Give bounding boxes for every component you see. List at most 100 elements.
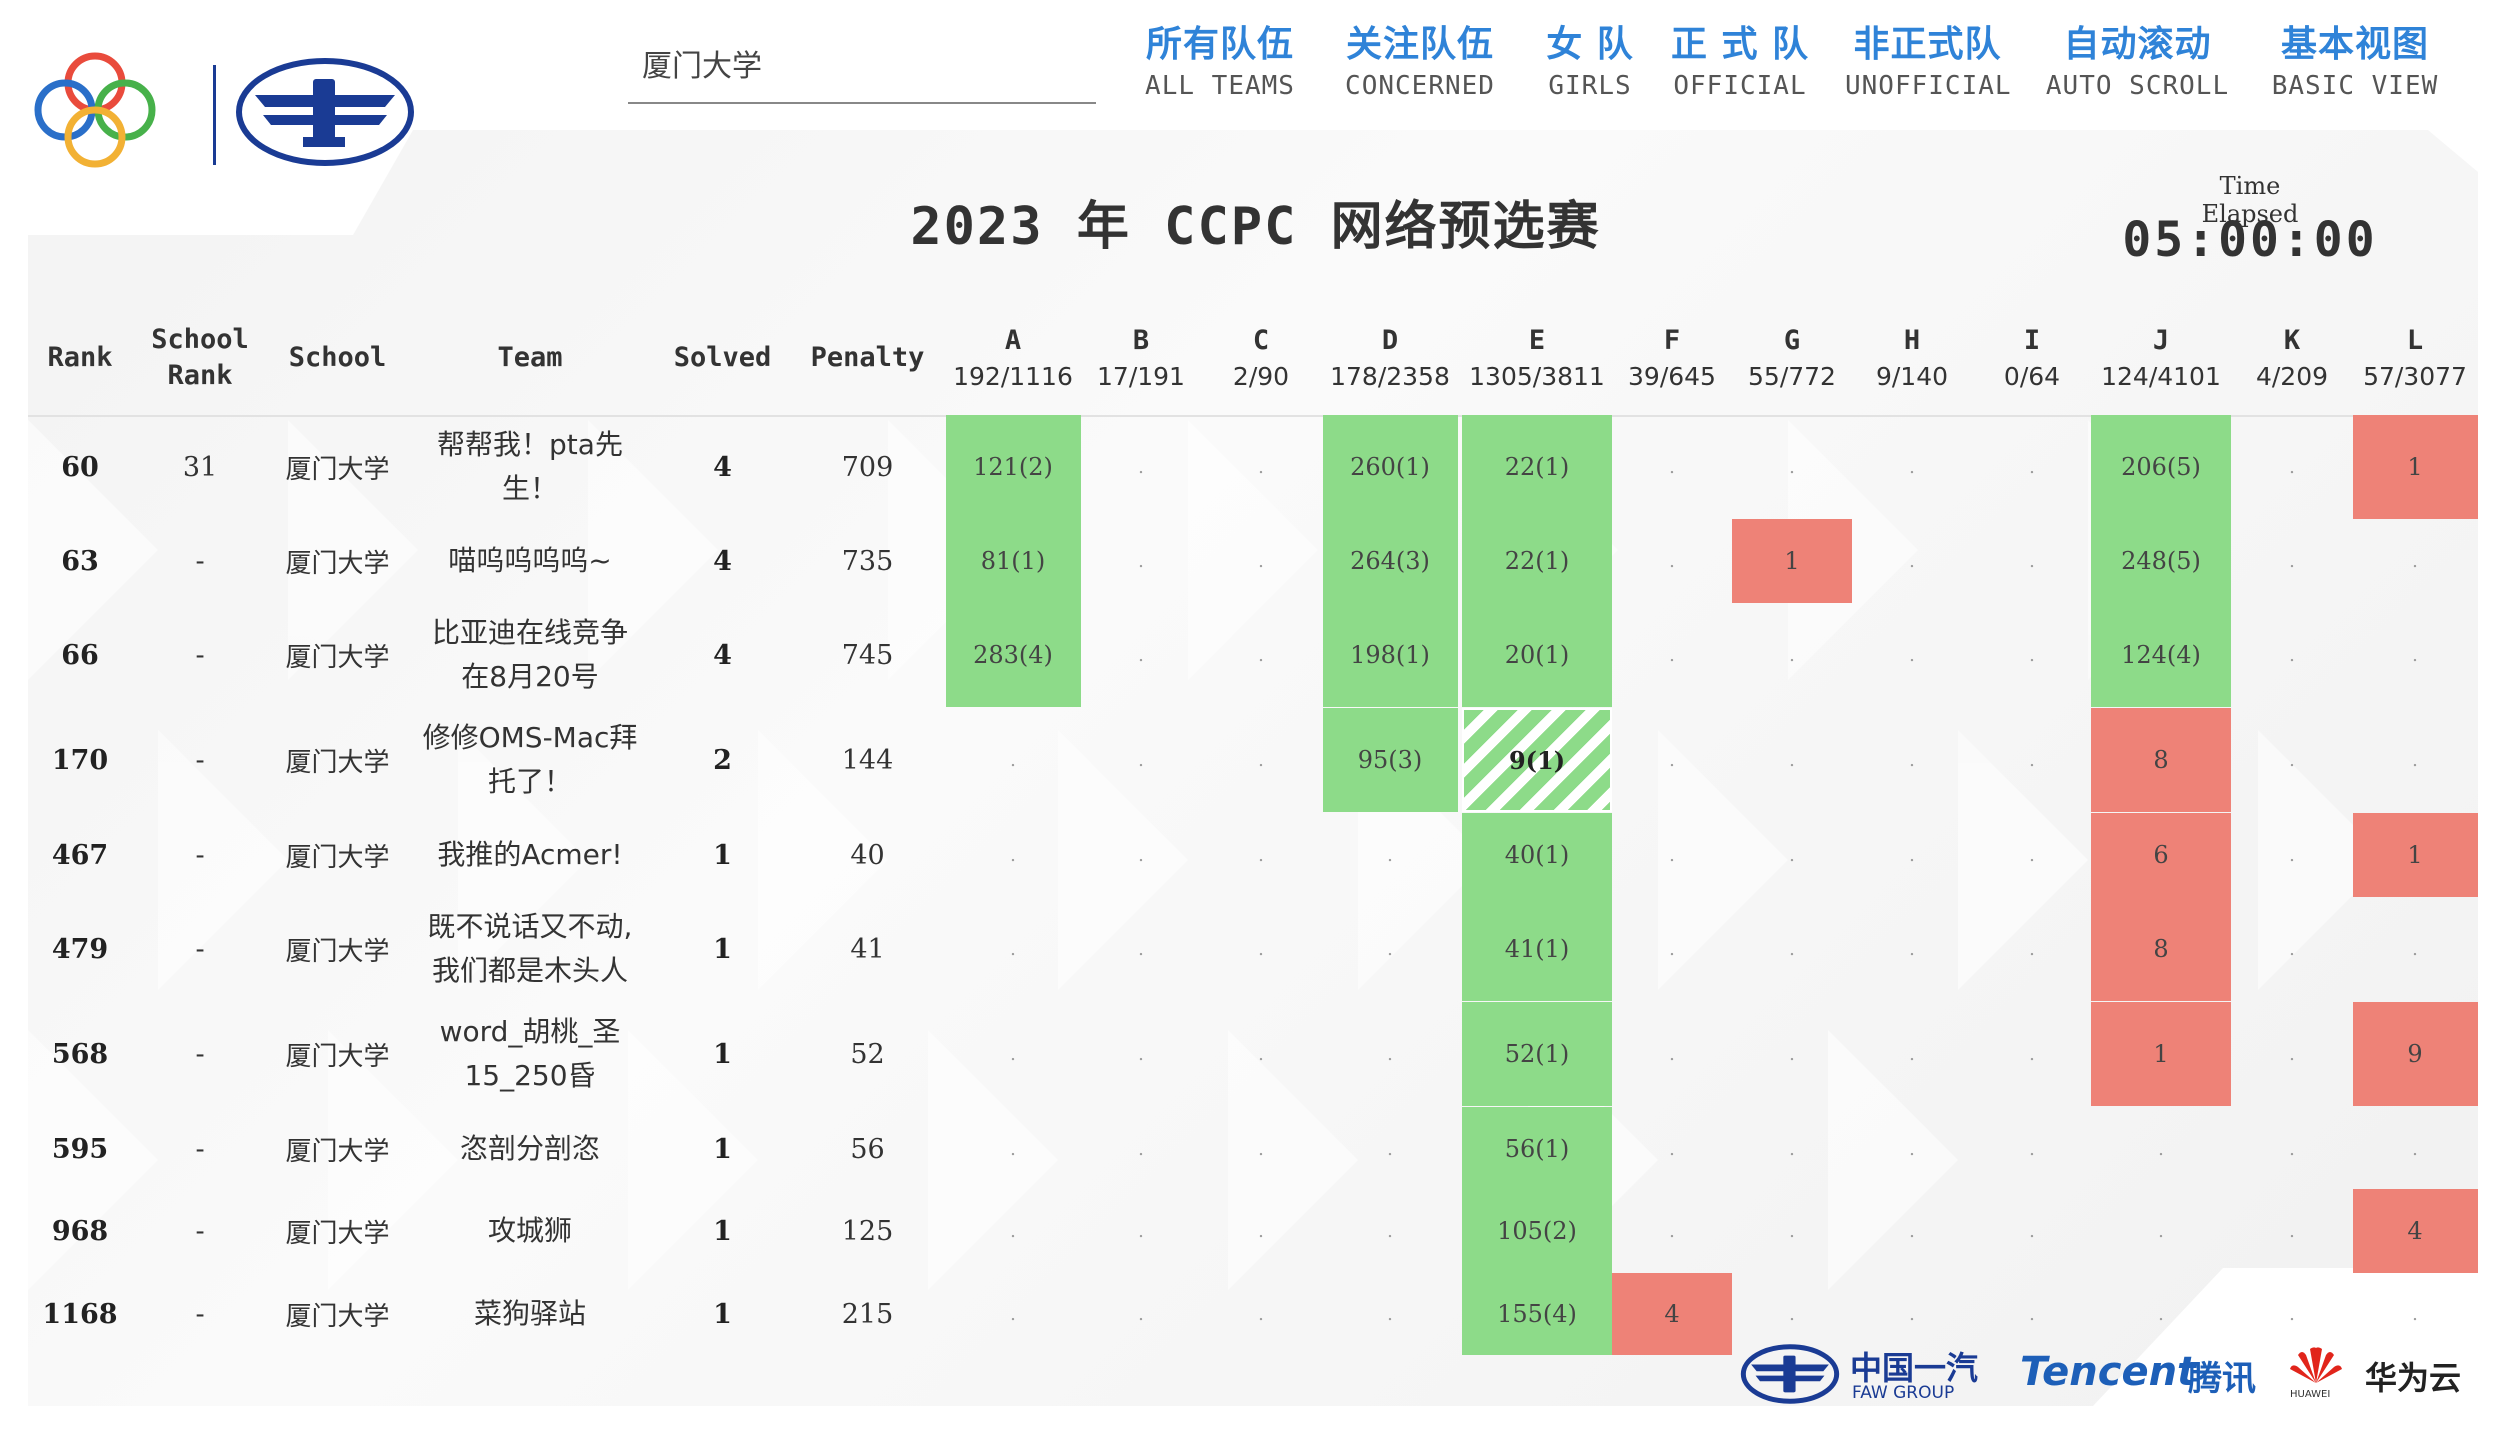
- problem-cell-a: .: [1010, 1138, 1016, 1160]
- team-cell: 恣剖分剖恣: [405, 1107, 655, 1191]
- problem-cell-j[interactable]: 8: [2091, 897, 2231, 1001]
- problem-cell-e[interactable]: 22(1): [1462, 519, 1612, 603]
- problem-cell-e[interactable]: 40(1): [1462, 813, 1612, 897]
- nav-label-cn: 正 式 队: [1670, 24, 1810, 65]
- search-input[interactable]: [640, 38, 1084, 88]
- header-school-rank-line2: Rank: [167, 360, 233, 391]
- penalty-cell: 735: [841, 545, 894, 577]
- problem-cell-g: .: [1789, 1043, 1795, 1065]
- team-name-line: 我们都是木头人: [431, 954, 628, 987]
- problem-cell-h: .: [1909, 456, 1915, 478]
- problem-cell-e[interactable]: 56(1): [1462, 1107, 1612, 1191]
- problem-cell-d[interactable]: 198(1): [1322, 603, 1458, 707]
- problem-cell-e[interactable]: 105(2): [1462, 1189, 1612, 1273]
- problem-cell-e[interactable]: 22(1): [1462, 415, 1612, 519]
- problem-cell-e[interactable]: 20(1): [1462, 603, 1612, 707]
- school-cell: 厦门大学: [285, 1041, 390, 1072]
- rank-cell: 1168: [42, 1298, 118, 1330]
- nav-basic-view[interactable]: 基本视图 BASIC VIEW: [2265, 15, 2445, 101]
- problem-cell-b: .: [1138, 1043, 1144, 1065]
- problem-stat: 178/2358: [1330, 362, 1450, 391]
- problem-cell-l: .: [2412, 938, 2418, 960]
- problem-cell-b: .: [1138, 938, 1144, 960]
- problem-cell-e[interactable]: 155(4): [1462, 1273, 1612, 1355]
- problem-cell-c: .: [1258, 938, 1264, 960]
- rank-cell: 479: [51, 933, 109, 965]
- problem-cell-a[interactable]: 81(1): [945, 519, 1081, 603]
- nav-all-teams[interactable]: 所有队伍 ALL TEAMS: [1140, 15, 1300, 101]
- problem-cell-e[interactable]: 52(1): [1462, 1002, 1612, 1106]
- problem-cell-f: .: [1669, 550, 1675, 572]
- problem-cell-c: .: [1258, 1043, 1264, 1065]
- sponsor-huawei-label: HUAWEI: [2290, 1389, 2331, 1400]
- problem-cell-a[interactable]: 283(4): [945, 603, 1081, 707]
- problem-cell-j[interactable]: 124(4): [2091, 603, 2231, 707]
- nav-concerned[interactable]: 关注队伍 CONCERNED: [1340, 15, 1500, 101]
- school-cell: 厦门大学: [285, 936, 390, 967]
- problem-cell-c: .: [1258, 1220, 1264, 1242]
- problem-cell-j[interactable]: 6: [2091, 813, 2231, 897]
- problem-cell-j[interactable]: 1: [2091, 1002, 2231, 1106]
- problem-cell-i: .: [2029, 456, 2035, 478]
- nav-girls[interactable]: 女 队 GIRLS: [1540, 15, 1640, 101]
- problem-cell-a: .: [1010, 749, 1016, 771]
- team-name-line: 我推的Acmer!: [437, 838, 623, 871]
- search-box[interactable]: [628, 30, 1096, 104]
- problem-cell-k: .: [2289, 1138, 2295, 1160]
- team-name-line: 在8月20号: [461, 660, 599, 693]
- problem-cell-a[interactable]: 121(2): [945, 415, 1081, 519]
- solved-cell: 1: [713, 839, 732, 871]
- problem-cell-j[interactable]: 248(5): [2091, 519, 2231, 603]
- problem-cell-k: .: [2289, 938, 2295, 960]
- nav-official[interactable]: 正 式 队 OFFICIAL: [1670, 15, 1810, 101]
- problem-stat: 57/3077: [2363, 362, 2467, 391]
- problem-cell-i: .: [2029, 550, 2035, 572]
- penalty-cell: 56: [850, 1133, 885, 1165]
- problem-cell-k: .: [2289, 1043, 2295, 1065]
- problem-letter: I: [2023, 325, 2041, 356]
- problem-cell-e[interactable]: 41(1): [1462, 897, 1612, 1001]
- header-team: Team: [497, 342, 563, 373]
- solved-cell: 2: [713, 744, 732, 776]
- problem-cell-d[interactable]: 264(3): [1322, 519, 1458, 603]
- nav-unofficial[interactable]: 非正式队 UNOFFICIAL: [1845, 15, 2011, 101]
- team-name-line: 喵呜呜呜呜~: [448, 544, 612, 577]
- problem-letter: D: [1381, 325, 1399, 356]
- problem-cell-k: .: [2289, 644, 2295, 666]
- nav-label-en: GIRLS: [1548, 71, 1632, 101]
- problem-cell-k: .: [2289, 550, 2295, 572]
- problem-cell-g: .: [1789, 844, 1795, 866]
- problem-cell-l: .: [2412, 550, 2418, 572]
- team-name-line: 菜狗驿站: [473, 1297, 586, 1330]
- problem-header-d: D 178/2358: [1315, 325, 1465, 397]
- problem-cell-d[interactable]: 260(1): [1322, 415, 1458, 519]
- team-name-line: 帮帮我！pta先: [437, 428, 623, 461]
- problem-cell-j[interactable]: 8: [2091, 708, 2231, 812]
- problem-cell-l[interactable]: 1: [2352, 813, 2478, 897]
- rank-cell: 66: [61, 639, 99, 671]
- problem-cell-g: .: [1789, 1138, 1795, 1160]
- problem-cell-h: .: [1909, 1220, 1915, 1242]
- problem-cell-g[interactable]: 1: [1732, 519, 1852, 603]
- problem-letter: E: [1528, 325, 1546, 356]
- school-cell: 厦门大学: [285, 1136, 390, 1167]
- solved-cell: 1: [713, 1215, 732, 1247]
- team-cell: 攻城狮: [405, 1189, 655, 1273]
- penalty-cell: 709: [841, 451, 894, 483]
- problem-cell-f: .: [1669, 1220, 1675, 1242]
- nav-auto-scroll[interactable]: 自动滚动 AUTO SCROLL: [2040, 15, 2235, 101]
- problem-cell-c: .: [1258, 456, 1264, 478]
- problem-cell-e[interactable]: 9(1): [1462, 708, 1612, 812]
- school-rank-cell: -: [195, 639, 205, 671]
- problem-cell-l[interactable]: 1: [2352, 415, 2478, 519]
- sponsor-tencent-en: Tencent: [2020, 1349, 2197, 1395]
- problem-cell-i: .: [2029, 1138, 2035, 1160]
- problem-cell-d[interactable]: 95(3): [1322, 708, 1458, 812]
- problem-cell-f[interactable]: 4: [1612, 1273, 1732, 1355]
- nav-label-en: CONCERNED: [1345, 71, 1495, 101]
- problem-cell-l[interactable]: 9: [2352, 1002, 2478, 1106]
- problem-cell-j[interactable]: 206(5): [2091, 415, 2231, 519]
- penalty-cell: 125: [841, 1215, 894, 1247]
- school-cell: 厦门大学: [285, 642, 390, 673]
- problem-cell-l[interactable]: 4: [2352, 1189, 2478, 1273]
